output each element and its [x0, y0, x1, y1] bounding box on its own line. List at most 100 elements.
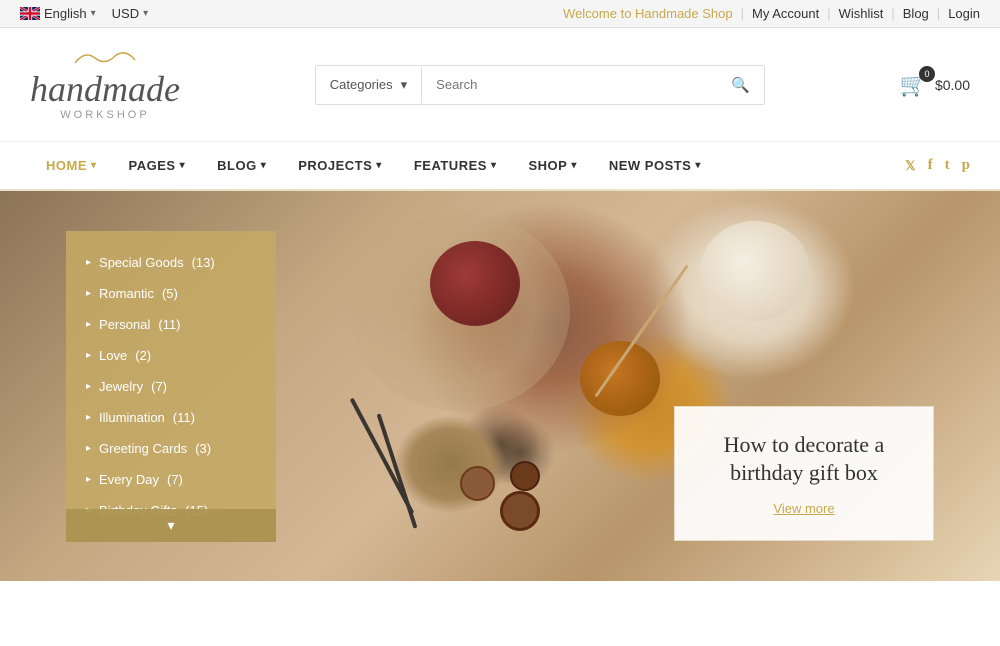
cat-label: Jewelry [99, 379, 143, 394]
cat-label: Illumination [99, 410, 165, 425]
hero-heading: How to decorate a birthday gift box [695, 431, 913, 488]
nav-social: 𝕏 f t p [905, 157, 970, 174]
cat-count: (7) [167, 472, 183, 487]
currency-label: USD [112, 6, 139, 21]
my-account-link[interactable]: My Account [752, 6, 819, 21]
cat-count: (11) [173, 410, 195, 425]
button-2 [500, 491, 540, 531]
search-button[interactable]: 🔍 [717, 66, 764, 104]
nav-shop-label: SHOP [528, 158, 567, 173]
pinterest-icon[interactable]: p [962, 157, 970, 174]
nav-shop[interactable]: SHOP ▾ [512, 142, 592, 189]
hero-text-box: How to decorate a birthday gift box View… [674, 406, 934, 541]
cart-price: $0.00 [935, 77, 970, 93]
cat-count: (2) [135, 348, 151, 363]
hero-section: ▸ Special Goods (13) ▸ Romantic (5) ▸ Pe… [0, 191, 1000, 581]
nav-shop-arrow: ▾ [571, 160, 577, 171]
category-every-day[interactable]: ▸ Every Day (7) [66, 464, 276, 495]
cat-arrow: ▸ [86, 412, 91, 423]
cat-arrow: ▸ [86, 319, 91, 330]
category-special-goods[interactable]: ▸ Special Goods (13) [66, 247, 276, 278]
tumblr-icon[interactable]: t [945, 157, 950, 174]
categories-arrow: ▾ [401, 77, 408, 93]
nav-features[interactable]: FEATURES ▾ [398, 142, 513, 189]
categories-label: Categories [330, 77, 393, 92]
cat-arrow: ▸ [86, 443, 91, 454]
cat-count: (5) [162, 286, 178, 301]
currency-selector[interactable]: USD ▾ [112, 6, 148, 21]
cat-count: (11) [158, 317, 180, 332]
search-input[interactable] [422, 67, 717, 102]
button-3 [510, 461, 540, 491]
welcome-text: Welcome to Handmade Shop [563, 6, 733, 21]
cat-label: Greeting Cards [99, 441, 187, 456]
twitter-icon[interactable]: 𝕏 [905, 158, 915, 174]
nav-blog[interactable]: BLOG ▾ [201, 142, 282, 189]
category-love[interactable]: ▸ Love (2) [66, 340, 276, 371]
category-greeting-cards[interactable]: ▸ Greeting Cards (3) [66, 433, 276, 464]
language-selector[interactable]: English ▾ [20, 6, 96, 21]
logo-text: handmade [30, 71, 180, 107]
nav-projects-arrow: ▾ [376, 160, 382, 171]
cat-label: Special Goods [99, 255, 184, 270]
category-personal[interactable]: ▸ Personal (11) [66, 309, 276, 340]
nav-features-label: FEATURES [414, 158, 487, 173]
nav-home-arrow: ▾ [91, 160, 97, 171]
cat-count: (3) [195, 441, 211, 456]
nav-projects[interactable]: PROJECTS ▾ [282, 142, 398, 189]
hero-view-more-link[interactable]: View more [773, 501, 834, 516]
nav-new-posts-label: NEW POSTS [609, 158, 692, 173]
sep2: | [827, 6, 830, 21]
category-toggle-icon: ▾ [167, 517, 174, 533]
language-label: English [44, 6, 87, 21]
nav-pages[interactable]: PAGES ▾ [113, 142, 202, 189]
cart-icon-wrap: 🛒 0 [900, 72, 927, 98]
cat-label: Personal [99, 317, 150, 332]
nav-home-label: HOME [46, 158, 87, 173]
yarn-ball-dark [430, 241, 520, 326]
cat-arrow: ▸ [86, 257, 91, 268]
logo-sub: workshop [30, 109, 180, 121]
cat-arrow: ▸ [86, 381, 91, 392]
facebook-icon[interactable]: f [928, 157, 933, 174]
category-illumination[interactable]: ▸ Illumination (11) [66, 402, 276, 433]
category-romantic[interactable]: ▸ Romantic (5) [66, 278, 276, 309]
nav-pages-arrow: ▾ [180, 160, 186, 171]
top-bar-right: Welcome to Handmade Shop | My Account | … [563, 6, 980, 21]
top-bar: English ▾ USD ▾ Welcome to Handmade Shop… [0, 0, 1000, 28]
sep3: | [891, 6, 894, 21]
cart-badge: 0 [919, 66, 935, 82]
search-bar: Categories ▾ 🔍 [315, 65, 765, 105]
nav-new-posts[interactable]: NEW POSTS ▾ [593, 142, 717, 189]
category-panel: ▸ Special Goods (13) ▸ Romantic (5) ▸ Pe… [66, 231, 276, 542]
language-dropdown-arrow: ▾ [91, 8, 96, 19]
currency-dropdown-arrow: ▾ [143, 8, 148, 19]
nav-left: HOME ▾ PAGES ▾ BLOG ▾ PROJECTS ▾ FEATURE… [30, 142, 717, 189]
wishlist-link[interactable]: Wishlist [839, 6, 884, 21]
nav-blog-arrow: ▾ [261, 160, 267, 171]
cat-label: Love [99, 348, 127, 363]
cat-count: (13) [192, 255, 215, 270]
nav-home[interactable]: HOME ▾ [30, 142, 113, 189]
categories-dropdown[interactable]: Categories ▾ [316, 67, 422, 103]
cat-label: Every Day [99, 472, 159, 487]
login-link[interactable]: Login [948, 6, 980, 21]
blog-top-link[interactable]: Blog [903, 6, 929, 21]
cat-count: (7) [151, 379, 167, 394]
top-bar-left: English ▾ USD ▾ [20, 6, 148, 21]
nav-blog-label: BLOG [217, 158, 257, 173]
yarn-ball-white [700, 221, 810, 321]
nav-pages-label: PAGES [129, 158, 176, 173]
sep4: | [937, 6, 940, 21]
nav-new-posts-arrow: ▾ [695, 160, 701, 171]
category-toggle-button[interactable]: ▾ [66, 509, 276, 542]
header: handmade workshop Categories ▾ 🔍 🛒 0 $0.… [0, 28, 1000, 142]
category-jewelry[interactable]: ▸ Jewelry (7) [66, 371, 276, 402]
logo-area[interactable]: handmade workshop [30, 48, 180, 121]
cart-area[interactable]: 🛒 0 $0.00 [900, 72, 970, 98]
nav-projects-label: PROJECTS [298, 158, 372, 173]
cat-label: Romantic [99, 286, 154, 301]
nav-features-arrow: ▾ [491, 160, 497, 171]
button-1 [460, 466, 495, 501]
logo[interactable]: handmade workshop [30, 48, 180, 121]
